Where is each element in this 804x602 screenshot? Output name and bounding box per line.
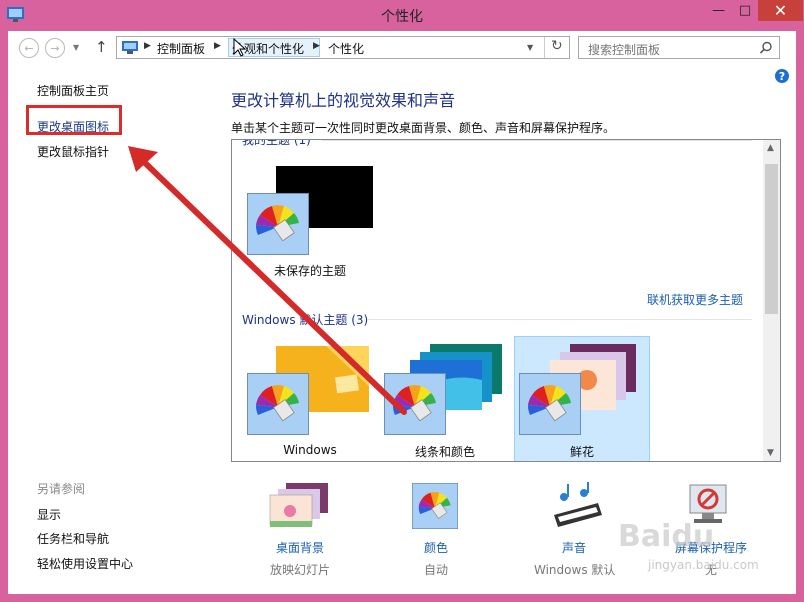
- annotation-arrow: [128, 146, 407, 415]
- mouse-cursor-icon: [233, 38, 247, 57]
- window: 个性化 — □ ✕ ← → ▼ ↑ ▶ 控制面板 ▶ 外观和个性化 ▶ 个性化 …: [0, 0, 804, 602]
